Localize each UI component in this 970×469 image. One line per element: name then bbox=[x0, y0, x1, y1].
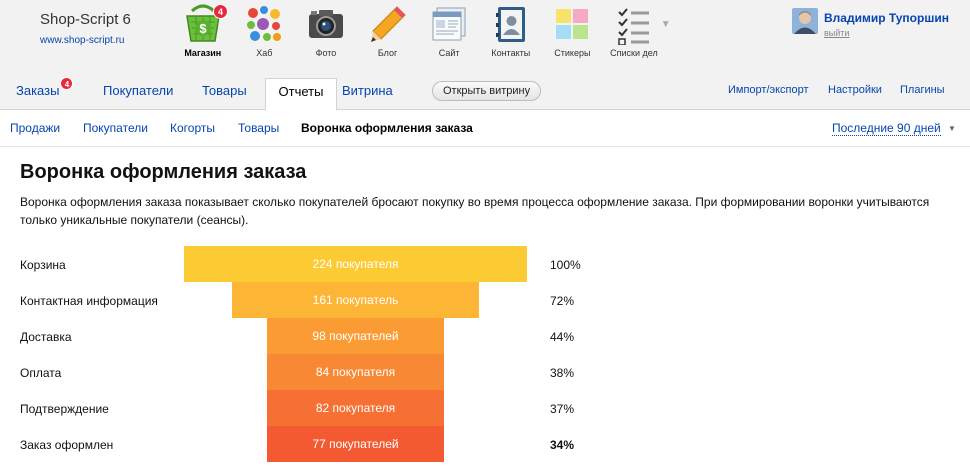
contacts-icon bbox=[489, 2, 533, 46]
plugins-link[interactable]: Плагины bbox=[900, 84, 945, 96]
app-label: Сайт bbox=[438, 48, 460, 58]
checklist-icon bbox=[612, 2, 656, 46]
tab-label: Витрина bbox=[342, 83, 393, 98]
user-menu: Владимир Тупоршин выйти bbox=[792, 8, 949, 38]
page-description: Воронка оформления заказа показывает ско… bbox=[20, 195, 930, 227]
app-site[interactable]: Сайт bbox=[418, 2, 480, 58]
funnel-stage-label: Оплата bbox=[20, 366, 62, 380]
funnel-stage-label: Доставка bbox=[20, 330, 72, 344]
subnav-products[interactable]: Товары bbox=[238, 121, 279, 135]
funnel-bar: 98 покупателей bbox=[267, 318, 444, 354]
shop-badge: 4 bbox=[213, 4, 228, 19]
logout-link[interactable]: выйти bbox=[824, 28, 949, 38]
tab-label: Заказы bbox=[16, 83, 60, 98]
brand: Shop-Script 6 www.shop-script.ru bbox=[40, 11, 131, 46]
funnel-bar: 82 покупателя bbox=[267, 390, 444, 426]
reports-subnav: Продажи Покупатели Когорты Товары Воронк… bbox=[0, 111, 970, 147]
app-hub[interactable]: Хаб bbox=[234, 2, 296, 58]
app-label: Контакты bbox=[491, 48, 531, 58]
app-label: Хаб bbox=[256, 48, 273, 58]
chevron-down-icon[interactable]: ▼ bbox=[948, 124, 956, 133]
app-label: Блог bbox=[377, 48, 398, 58]
tab-storefront[interactable]: Витрина bbox=[330, 78, 405, 110]
user-name[interactable]: Владимир Тупоршин bbox=[824, 11, 949, 25]
app-label: Списки дел bbox=[610, 48, 658, 58]
funnel-bar: 224 покупателя bbox=[184, 246, 527, 282]
avatar[interactable] bbox=[792, 8, 818, 34]
stickers-icon bbox=[550, 2, 594, 46]
funnel-percent: 44% bbox=[550, 330, 575, 344]
page-title: Воронка оформления заказа bbox=[20, 161, 307, 183]
funnel-stage-label: Контактная информация bbox=[20, 294, 158, 308]
tab-label: Покупатели bbox=[103, 83, 174, 98]
app-label: Стикеры bbox=[554, 48, 591, 58]
funnel-percent: 38% bbox=[550, 366, 575, 380]
tab-label: Отчеты bbox=[278, 84, 324, 99]
settings-link[interactable]: Настройки bbox=[828, 84, 882, 96]
funnel-stage-label: Подтверждение bbox=[20, 402, 109, 416]
app-blog[interactable]: Блог bbox=[357, 2, 419, 58]
pencil-icon bbox=[366, 2, 410, 46]
subnav-funnel[interactable]: Воронка оформления заказа bbox=[301, 121, 473, 135]
app-launcher: $ 4 Магазин Хаб Фото Блог Сайт Контакты … bbox=[172, 2, 675, 58]
subnav-sales[interactable]: Продажи bbox=[10, 121, 60, 135]
camera-icon bbox=[304, 2, 348, 46]
site-icon bbox=[427, 2, 471, 46]
import-export-link[interactable]: Импорт/экспорт bbox=[728, 84, 809, 96]
tab-orders[interactable]: Заказы 4 bbox=[4, 77, 74, 110]
brand-url-link[interactable]: www.shop-script.ru bbox=[40, 35, 131, 46]
funnel-percent: 37% bbox=[550, 402, 575, 416]
app-stickers[interactable]: Стикеры bbox=[542, 2, 604, 58]
funnel-percent: 34% bbox=[550, 438, 575, 452]
funnel-bar: 84 покупателя bbox=[267, 354, 444, 390]
funnel-bar: 161 покупатель bbox=[232, 282, 479, 318]
period-selector[interactable]: Последние 90 дней bbox=[832, 121, 941, 136]
funnel-percent: 72% bbox=[550, 294, 575, 308]
tab-products[interactable]: Товары bbox=[190, 78, 259, 110]
hub-icon bbox=[242, 2, 286, 46]
open-storefront-button[interactable]: Открыть витрину bbox=[432, 81, 542, 101]
funnel-percent: 100% bbox=[550, 258, 581, 272]
subnav-customers[interactable]: Покупатели bbox=[83, 121, 148, 135]
subnav-cohorts[interactable]: Когорты bbox=[170, 121, 215, 135]
tab-customers[interactable]: Покупатели bbox=[91, 78, 185, 110]
tab-label: Товары bbox=[202, 83, 247, 98]
app-contacts[interactable]: Контакты bbox=[480, 2, 542, 58]
funnel-stage-label: Заказ оформлен bbox=[20, 438, 114, 452]
tab-reports[interactable]: Отчеты bbox=[265, 78, 337, 111]
app-label: Магазин bbox=[184, 48, 222, 58]
app-label: Фото bbox=[315, 48, 337, 58]
orders-badge: 4 bbox=[60, 77, 74, 90]
app-shop[interactable]: $ 4 Магазин bbox=[172, 2, 234, 58]
app-photo[interactable]: Фото bbox=[295, 2, 357, 58]
app-checklists[interactable]: Списки дел bbox=[603, 2, 665, 58]
funnel-stage-label: Корзина bbox=[20, 258, 66, 272]
brand-name: Shop-Script 6 bbox=[40, 11, 131, 28]
top-app-bar: Shop-Script 6 www.shop-script.ru $ 4 Маг… bbox=[0, 0, 970, 72]
funnel-bar: 77 покупателей bbox=[267, 426, 444, 462]
svg-text:$: $ bbox=[199, 21, 207, 36]
